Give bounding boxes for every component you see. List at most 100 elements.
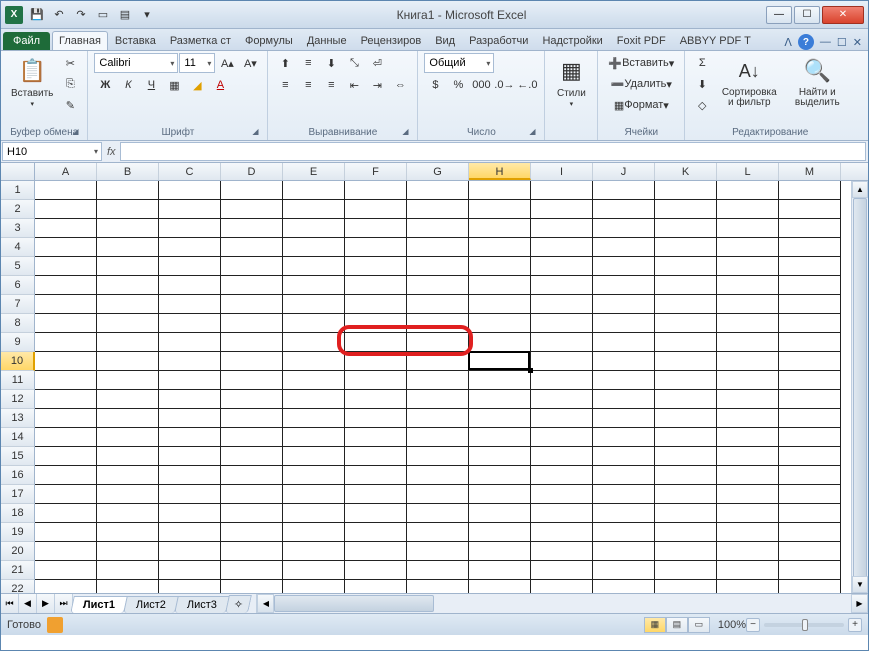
number-launcher[interactable]: ◢ <box>526 127 538 139</box>
zoom-percent[interactable]: 100% <box>718 619 746 631</box>
cell-B18[interactable] <box>97 504 159 523</box>
cell-I6[interactable] <box>531 276 593 295</box>
scroll-up-button[interactable]: ▲ <box>852 181 868 198</box>
cell-K16[interactable] <box>655 466 717 485</box>
row-header-11[interactable]: 11 <box>1 371 35 390</box>
cell-G22[interactable] <box>407 580 469 593</box>
horizontal-scrollbar[interactable]: ◀ ▶ <box>256 594 868 613</box>
cell-H11[interactable] <box>469 371 531 390</box>
cell-J6[interactable] <box>593 276 655 295</box>
cell-L10[interactable] <box>717 352 779 371</box>
delete-cells-button[interactable]: ➖ Удалить ▾ <box>604 74 678 94</box>
sheet-first-button[interactable]: ⏮ <box>1 594 19 613</box>
format-cells-button[interactable]: ▦ Формат ▾ <box>604 95 678 115</box>
font-name-combo[interactable]: Calibri <box>94 53 178 73</box>
cell-D12[interactable] <box>221 390 283 409</box>
row-header-17[interactable]: 17 <box>1 485 35 504</box>
fill-button[interactable]: ⬇ <box>691 74 713 94</box>
cell-H4[interactable] <box>469 238 531 257</box>
cell-B13[interactable] <box>97 409 159 428</box>
cell-A6[interactable] <box>35 276 97 295</box>
scroll-right-button[interactable]: ▶ <box>851 594 868 613</box>
cell-F20[interactable] <box>345 542 407 561</box>
cell-M14[interactable] <box>779 428 841 447</box>
sheet-tab-2[interactable]: Лист2 <box>123 596 179 613</box>
cell-M20[interactable] <box>779 542 841 561</box>
row-header-14[interactable]: 14 <box>1 428 35 447</box>
find-select-button[interactable]: 🔍 Найти и выделить <box>785 53 849 110</box>
cell-E10[interactable] <box>283 352 345 371</box>
cell-B8[interactable] <box>97 314 159 333</box>
cell-E12[interactable] <box>283 390 345 409</box>
cell-I3[interactable] <box>531 219 593 238</box>
cell-K20[interactable] <box>655 542 717 561</box>
cell-L17[interactable] <box>717 485 779 504</box>
shrink-font-button[interactable]: A▾ <box>239 53 261 73</box>
doc-restore-icon[interactable]: ☐ <box>837 36 847 49</box>
cell-I17[interactable] <box>531 485 593 504</box>
cell-L18[interactable] <box>717 504 779 523</box>
cell-H12[interactable] <box>469 390 531 409</box>
cell-G10[interactable] <box>407 352 469 371</box>
cell-A4[interactable] <box>35 238 97 257</box>
cell-M22[interactable] <box>779 580 841 593</box>
cell-H5[interactable] <box>469 257 531 276</box>
doc-min-icon[interactable]: — <box>820 36 831 48</box>
cell-G18[interactable] <box>407 504 469 523</box>
cell-J21[interactable] <box>593 561 655 580</box>
hscroll-thumb[interactable] <box>274 595 434 612</box>
inc-decimal-button[interactable]: .0→ <box>493 75 515 95</box>
cell-E14[interactable] <box>283 428 345 447</box>
font-size-combo[interactable]: 11 <box>179 53 215 73</box>
cell-B11[interactable] <box>97 371 159 390</box>
cell-B2[interactable] <box>97 200 159 219</box>
cell-M10[interactable] <box>779 352 841 371</box>
cell-B3[interactable] <box>97 219 159 238</box>
column-header-D[interactable]: D <box>221 163 283 180</box>
cell-L13[interactable] <box>717 409 779 428</box>
scroll-down-button[interactable]: ▼ <box>852 576 868 593</box>
cell-M12[interactable] <box>779 390 841 409</box>
column-header-E[interactable]: E <box>283 163 345 180</box>
cell-D20[interactable] <box>221 542 283 561</box>
cell-F14[interactable] <box>345 428 407 447</box>
comma-button[interactable]: 000 <box>470 75 492 95</box>
clipboard-launcher[interactable]: ◢ <box>69 127 81 139</box>
cell-A8[interactable] <box>35 314 97 333</box>
cell-J16[interactable] <box>593 466 655 485</box>
vertical-scrollbar[interactable]: ▲ ▼ <box>851 181 868 593</box>
cell-K22[interactable] <box>655 580 717 593</box>
minimize-button[interactable]: — <box>766 6 792 24</box>
cell-E6[interactable] <box>283 276 345 295</box>
autosum-button[interactable]: Σ <box>691 53 713 73</box>
cell-L3[interactable] <box>717 219 779 238</box>
cell-J19[interactable] <box>593 523 655 542</box>
sheet-tab-1[interactable]: Лист1 <box>70 596 128 613</box>
cell-I4[interactable] <box>531 238 593 257</box>
cell-C21[interactable] <box>159 561 221 580</box>
cell-I15[interactable] <box>531 447 593 466</box>
cell-B21[interactable] <box>97 561 159 580</box>
help-icon[interactable]: ? <box>798 34 814 50</box>
cell-G12[interactable] <box>407 390 469 409</box>
sheet-prev-button[interactable]: ◀ <box>19 594 37 613</box>
cell-C18[interactable] <box>159 504 221 523</box>
cell-G7[interactable] <box>407 295 469 314</box>
number-format-combo[interactable]: Общий <box>424 53 494 73</box>
row-header-16[interactable]: 16 <box>1 466 35 485</box>
cell-H6[interactable] <box>469 276 531 295</box>
tab-page-layout[interactable]: Разметка ст <box>163 31 238 50</box>
cell-M1[interactable] <box>779 181 841 200</box>
cell-E22[interactable] <box>283 580 345 593</box>
cell-J18[interactable] <box>593 504 655 523</box>
cell-M6[interactable] <box>779 276 841 295</box>
cell-J1[interactable] <box>593 181 655 200</box>
cell-I8[interactable] <box>531 314 593 333</box>
row-header-15[interactable]: 15 <box>1 447 35 466</box>
cell-K1[interactable] <box>655 181 717 200</box>
tab-data[interactable]: Данные <box>300 31 354 50</box>
cell-B14[interactable] <box>97 428 159 447</box>
cell-J22[interactable] <box>593 580 655 593</box>
cell-H3[interactable] <box>469 219 531 238</box>
redo-button[interactable]: ↷ <box>71 5 91 25</box>
